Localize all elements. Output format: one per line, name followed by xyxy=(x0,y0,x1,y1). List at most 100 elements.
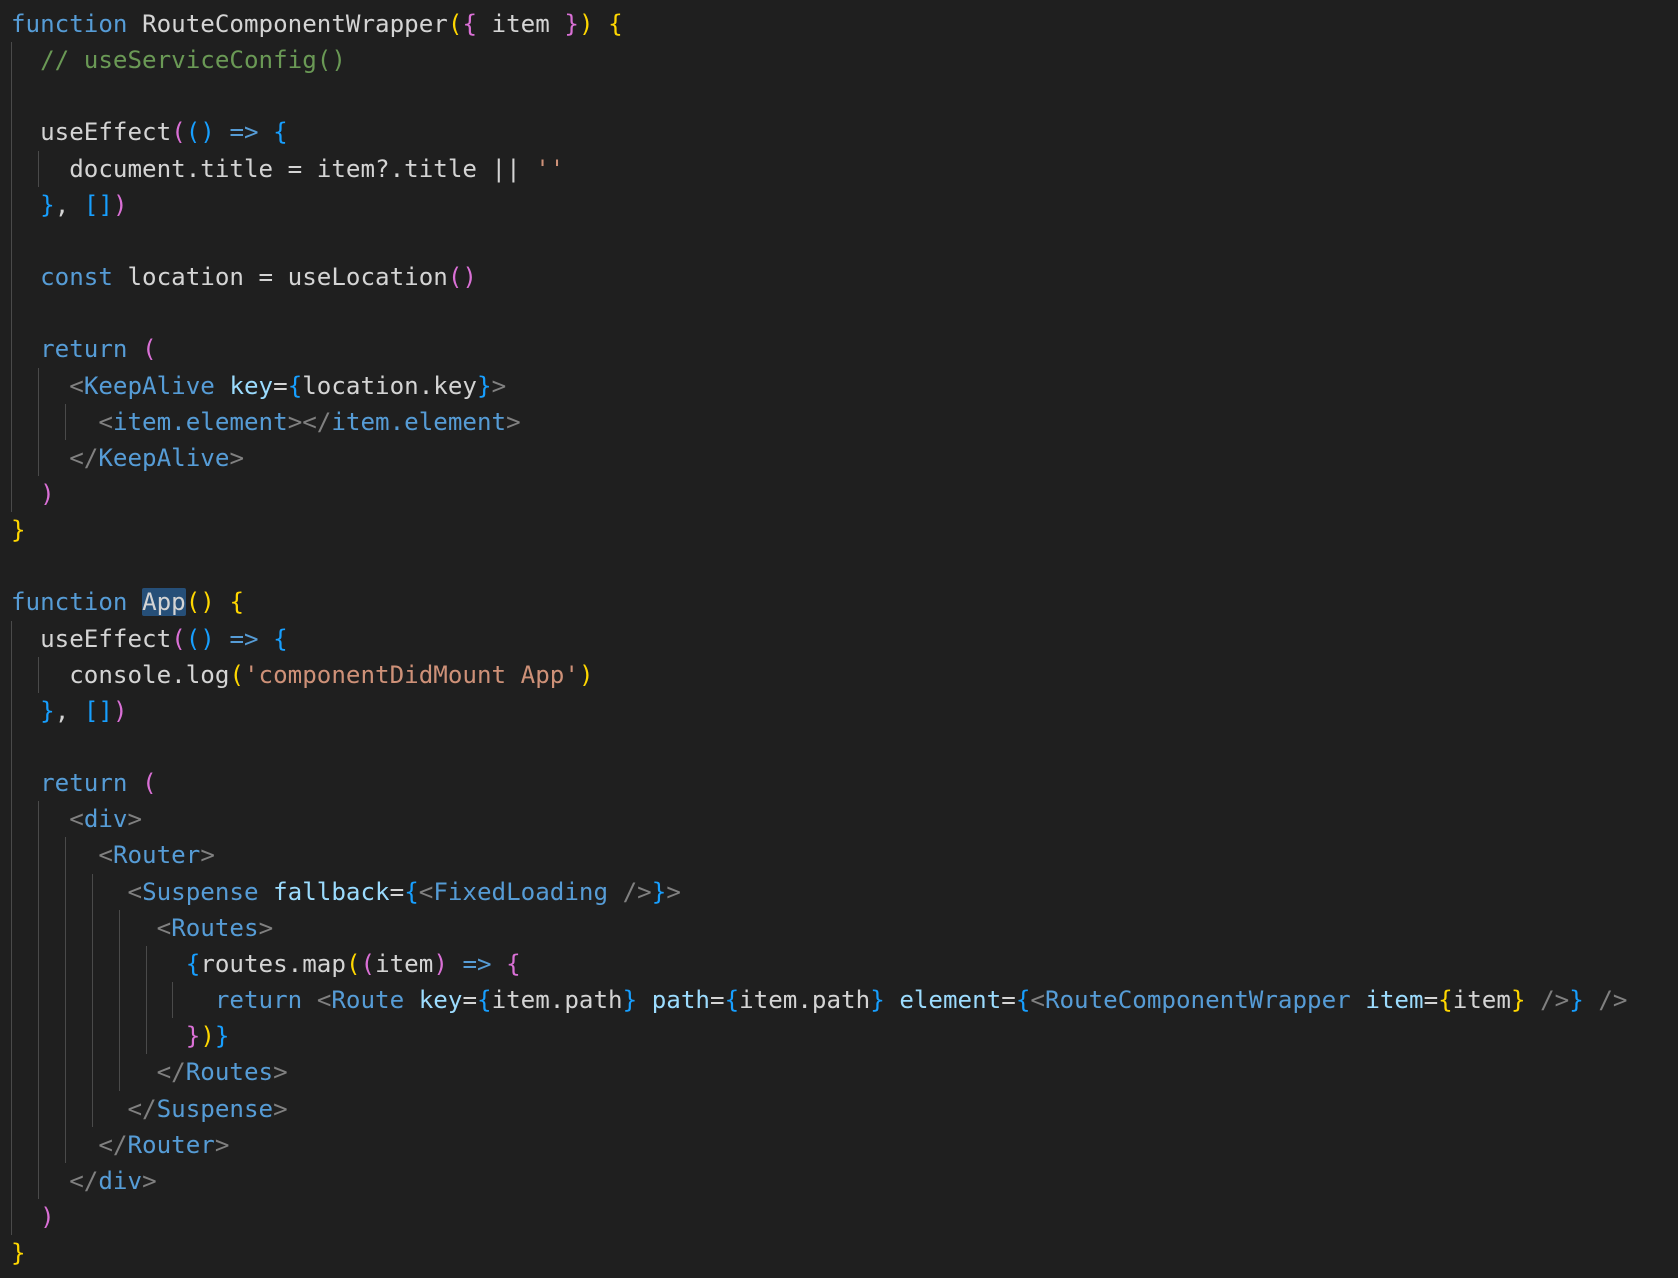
code-token: path xyxy=(651,986,710,1015)
code-token: ) xyxy=(112,190,128,219)
code-token: document.title = item?.title || xyxy=(11,154,536,183)
code-line: <Suspense fallback={<FixedLoading />}> xyxy=(11,874,681,910)
code-token: < xyxy=(127,877,143,906)
code-token: function xyxy=(11,588,128,617)
code-token: = xyxy=(1001,986,1016,1015)
code-line: <KeepAlive key={location.key}> xyxy=(11,368,506,404)
code-token: Routes xyxy=(185,1058,274,1087)
code-token: < xyxy=(69,805,84,834)
code-token: div xyxy=(98,1166,143,1195)
code-token: /> xyxy=(622,877,652,906)
code-token: ( xyxy=(447,10,463,38)
code-token: { xyxy=(287,371,303,400)
code-line: }, []) xyxy=(11,187,128,223)
code-token: } xyxy=(651,877,667,906)
code-token: < xyxy=(1030,986,1045,1015)
code-line: function RouteComponentWrapper({ item })… xyxy=(11,6,623,42)
code-token: // useServiceConfig() xyxy=(40,46,346,75)
code-token: { xyxy=(462,10,477,38)
code-token: } xyxy=(1569,986,1584,1015)
code-token: key xyxy=(229,371,274,400)
code-token: const xyxy=(40,263,113,292)
code-token: } xyxy=(214,1022,230,1051)
code-token: > xyxy=(229,443,244,472)
code-token: ( xyxy=(229,660,244,689)
code-token: => xyxy=(229,624,259,653)
code-line: </Suspense> xyxy=(11,1091,288,1127)
code-line: </Router> xyxy=(11,1127,229,1163)
code-token: => xyxy=(462,949,492,978)
code-token: } xyxy=(40,190,55,219)
code-line: <Router> xyxy=(11,837,215,873)
code-token: [] xyxy=(83,696,113,725)
code-token: > xyxy=(491,371,507,400)
code-token: , xyxy=(54,190,84,219)
code-token: } xyxy=(40,696,55,725)
code-token: ( xyxy=(345,949,361,978)
code-token: element xyxy=(899,986,1002,1015)
code-token: } xyxy=(564,10,579,38)
code-token: Routes xyxy=(171,913,259,942)
code-token: < xyxy=(69,371,84,400)
code-token: item xyxy=(1452,986,1511,1015)
code-token: > xyxy=(214,1130,230,1159)
code-line: return <Route key={item.path} path={item… xyxy=(11,982,1628,1018)
code-token: item.path xyxy=(739,986,871,1015)
code-token: { xyxy=(1015,986,1031,1015)
code-token: Route xyxy=(331,986,405,1015)
code-token: item.element xyxy=(112,407,288,436)
code-line: </div> xyxy=(11,1163,156,1199)
code-token: () xyxy=(447,263,477,292)
code-token: = xyxy=(710,986,725,1015)
code-line: <item.element></item.element> xyxy=(11,404,521,440)
code-line: </Routes> xyxy=(11,1054,288,1090)
code-token: > xyxy=(666,877,681,906)
code-token: => xyxy=(229,118,259,147)
code-token: < xyxy=(316,986,332,1015)
code-token: > xyxy=(506,407,521,436)
code-token: () xyxy=(185,588,215,617)
code-token: , xyxy=(54,696,84,725)
code-token: return xyxy=(40,769,128,798)
code-line: useEffect(() => { xyxy=(11,114,288,150)
code-token: = xyxy=(273,371,288,400)
code-token: ( xyxy=(142,769,157,798)
code-token: item xyxy=(477,10,565,38)
code-line: }, []) xyxy=(11,693,127,729)
code-token: = xyxy=(1423,986,1439,1015)
code-token: } xyxy=(11,516,26,545)
code-line: function App() { xyxy=(11,584,244,620)
code-token: { xyxy=(506,949,521,978)
code-token: } xyxy=(622,986,638,1015)
code-line: return ( xyxy=(11,331,157,367)
code-editor[interactable]: function RouteComponentWrapper({ item })… xyxy=(0,0,1678,1278)
code-token: console.log xyxy=(11,660,230,689)
code-token: useEffect xyxy=(11,624,172,653)
code-token: { xyxy=(273,624,288,653)
code-token: KeepAlive xyxy=(98,443,230,472)
code-line: document.title = item?.title || '' xyxy=(11,151,564,187)
code-line: <Routes> xyxy=(11,910,274,946)
